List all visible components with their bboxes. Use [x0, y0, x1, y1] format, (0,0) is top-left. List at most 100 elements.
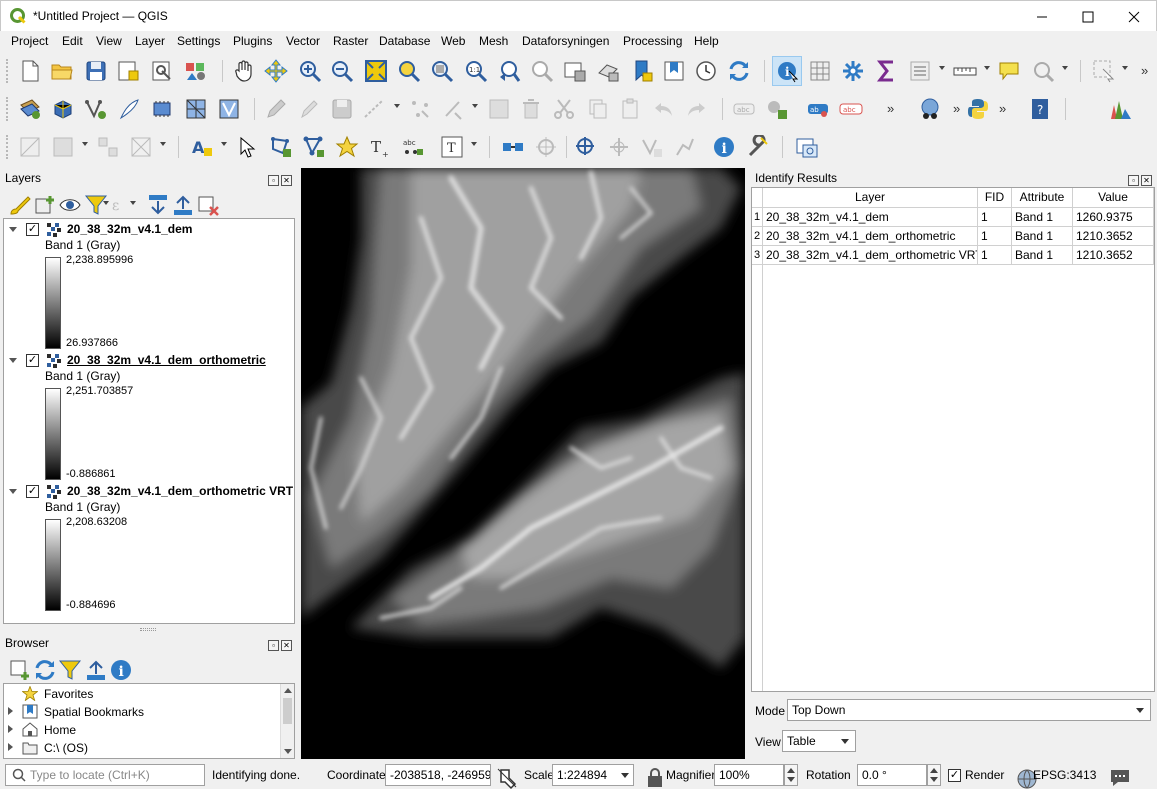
- render-checkbox[interactable]: ✓: [948, 769, 961, 782]
- georeferencer-button[interactable]: [574, 135, 598, 159]
- paste-features-button[interactable]: [618, 97, 642, 121]
- new-print-layout-button[interactable]: [116, 59, 140, 83]
- maximize-button[interactable]: [1065, 1, 1111, 32]
- column-header-fid[interactable]: FID: [978, 188, 1012, 208]
- layer-visibility-checkbox[interactable]: ✓: [26, 485, 39, 498]
- layer-diagram-button[interactable]: [765, 97, 789, 121]
- magnifier-field[interactable]: 100%: [714, 764, 784, 786]
- coordinate-field[interactable]: -2038518, -246959: [385, 764, 491, 786]
- table-cell-value[interactable]: 1210.3652: [1073, 246, 1154, 265]
- redo-button[interactable]: [684, 97, 708, 121]
- layer-name[interactable]: 20_38_32m_v4.1_dem: [67, 222, 192, 236]
- expand-arrow-icon[interactable]: [8, 725, 13, 733]
- copy-features-button[interactable]: [586, 97, 610, 121]
- add-mesh-button[interactable]: [184, 97, 208, 121]
- settings-tool-button[interactable]: [746, 135, 770, 159]
- browser-filter-button[interactable]: [58, 658, 82, 680]
- delete-selected-button[interactable]: [519, 97, 543, 121]
- menu-web[interactable]: Web: [441, 34, 465, 48]
- open-project-button[interactable]: [50, 59, 74, 83]
- menu-settings[interactable]: Settings: [177, 34, 220, 48]
- column-header-value[interactable]: Value: [1073, 188, 1154, 208]
- temporal-controller-button[interactable]: [694, 59, 718, 83]
- browser-collapse-button[interactable]: [84, 658, 105, 680]
- simplify-feature-button[interactable]: [673, 135, 697, 159]
- profile-tool-button[interactable]: [1109, 97, 1133, 121]
- add-line-feature-button[interactable]: [362, 97, 386, 121]
- toolbar-overflow-button[interactable]: »: [1141, 63, 1148, 78]
- zoom-full-button[interactable]: [364, 59, 388, 83]
- layer-labeling-options-button[interactable]: A: [190, 135, 214, 159]
- filter-legend-button[interactable]: [84, 193, 108, 215]
- rotate-feature-button[interactable]: [129, 135, 153, 159]
- browser-refresh-button[interactable]: [33, 658, 55, 680]
- close-panel-button[interactable]: ✕: [281, 640, 292, 651]
- menu-raster[interactable]: Raster: [333, 34, 368, 48]
- scroll-down-icon[interactable]: [284, 749, 292, 754]
- add-polygon-feature-button[interactable]: [269, 135, 293, 159]
- scale-combo[interactable]: 1:224894: [552, 764, 634, 786]
- add-raster-button[interactable]: [51, 97, 75, 121]
- zoom-native-resolution-button[interactable]: 1:1: [464, 59, 488, 83]
- new-bookmark-button[interactable]: [630, 59, 654, 83]
- rotation-spinner[interactable]: [927, 764, 941, 786]
- modify-attributes-button[interactable]: [441, 97, 465, 121]
- help-contents-button[interactable]: ?: [1028, 97, 1052, 121]
- pan-to-selection-button[interactable]: [264, 59, 288, 83]
- current-edits-button[interactable]: [297, 97, 321, 121]
- chevron-down-icon[interactable]: [472, 104, 478, 108]
- digitize-reshape-button[interactable]: [18, 135, 42, 159]
- menu-edit[interactable]: Edit: [62, 34, 83, 48]
- undo-button[interactable]: [652, 97, 676, 121]
- menu-help[interactable]: Help: [694, 34, 719, 48]
- select-features-button[interactable]: [1092, 59, 1116, 83]
- show-bookmarks-button[interactable]: [662, 59, 686, 83]
- locator-tool-button[interactable]: [1031, 59, 1055, 83]
- chevron-down-icon[interactable]: [984, 66, 990, 70]
- table-cell-fid[interactable]: 1: [978, 246, 1012, 265]
- expand-arrow-icon[interactable]: [9, 489, 17, 494]
- table-cell-fid[interactable]: 1: [978, 208, 1012, 227]
- statistical-summary-button[interactable]: [875, 59, 899, 83]
- identify-info-button[interactable]: i: [712, 135, 736, 159]
- merge-features-button[interactable]: [96, 135, 120, 159]
- menu-layer[interactable]: Layer: [135, 34, 165, 48]
- zoom-next-button[interactable]: [530, 59, 554, 83]
- table-cell-fid[interactable]: 1: [978, 227, 1012, 246]
- chevron-down-icon[interactable]: [103, 201, 109, 205]
- label-toolbar-button[interactable]: abc: [732, 97, 756, 121]
- chevron-down-icon[interactable]: [939, 66, 945, 70]
- zoom-last-button[interactable]: [497, 59, 521, 83]
- table-cell-value[interactable]: 1210.3652: [1073, 227, 1154, 246]
- view-select[interactable]: Table: [782, 730, 856, 752]
- map-canvas[interactable]: [301, 168, 745, 759]
- close-button[interactable]: [1111, 1, 1157, 32]
- float-panel-button[interactable]: ▫: [268, 640, 279, 651]
- add-virtual-layer-button[interactable]: [217, 97, 241, 121]
- measure-line-button[interactable]: [953, 59, 977, 83]
- expand-arrow-icon[interactable]: [8, 743, 13, 751]
- browser-add-layer-button[interactable]: [8, 658, 29, 680]
- table-cell-attribute[interactable]: Band 1: [1012, 246, 1073, 265]
- toolbar-grip[interactable]: [6, 135, 10, 159]
- python-console-button[interactable]: [966, 97, 990, 121]
- layer-visibility-checkbox[interactable]: ✓: [26, 354, 39, 367]
- table-cell-value[interactable]: 1260.9375: [1073, 208, 1154, 227]
- magnifier-spinner[interactable]: [784, 764, 798, 786]
- menu-view[interactable]: View: [96, 34, 122, 48]
- new-map-canvas-button[interactable]: [795, 135, 819, 159]
- chevron-down-icon[interactable]: [130, 201, 136, 205]
- add-point-feature-button[interactable]: [335, 135, 359, 159]
- panel-splitter[interactable]: [140, 628, 156, 631]
- toggle-editing-button[interactable]: [264, 97, 288, 121]
- toolbar-grip[interactable]: [6, 59, 10, 83]
- table-cell-layer[interactable]: 20_38_32m_v4.1_dem: [763, 208, 978, 227]
- toolbar-overflow-button[interactable]: »: [953, 101, 960, 116]
- save-layer-edits-button[interactable]: [330, 97, 354, 121]
- toolbar-overflow-button[interactable]: »: [887, 101, 894, 116]
- menu-project[interactable]: Project: [11, 34, 48, 48]
- open-attribute-table-button[interactable]: [808, 59, 832, 83]
- messages-button[interactable]: [1108, 766, 1129, 786]
- menu-database[interactable]: Database: [379, 34, 430, 48]
- add-delimited-text-button[interactable]: [117, 97, 141, 121]
